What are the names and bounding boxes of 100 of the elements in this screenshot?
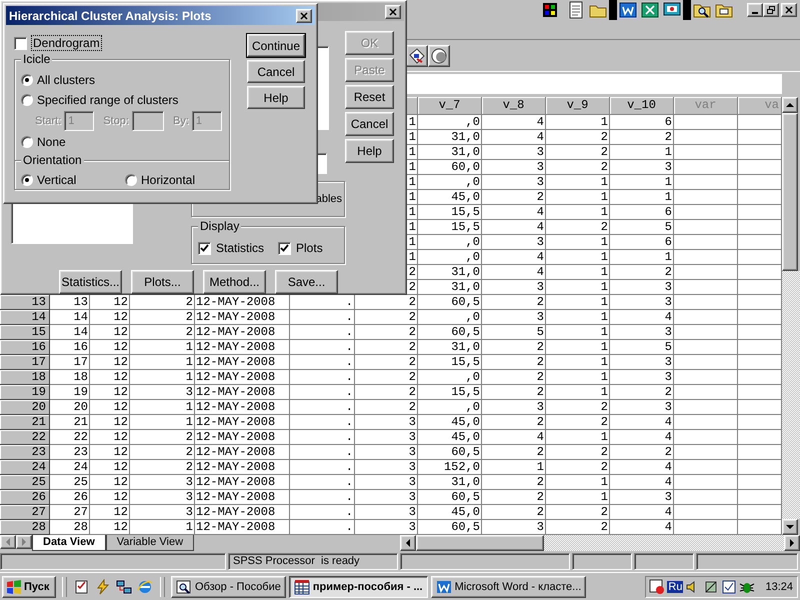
table-cell: 2 xyxy=(355,355,418,370)
table-cell: 2 xyxy=(355,385,418,400)
window-title: Hierarchical Cluster Analysis: Plots xyxy=(9,8,212,22)
table-cell: 3 xyxy=(355,460,418,475)
table-cell: 45,0 xyxy=(418,505,482,520)
table-cell: 4 xyxy=(482,130,546,145)
table-cell: 1 xyxy=(610,145,674,160)
table-cell: 12-MAY-2008 xyxy=(195,460,290,475)
table-cell: 5 xyxy=(610,220,674,235)
table-cell: . xyxy=(290,355,355,370)
table-cell: 20 xyxy=(50,400,90,415)
table-cell: 31,0 xyxy=(418,265,482,280)
table-cell: 2 xyxy=(546,505,610,520)
table-cell: 22 xyxy=(50,430,90,445)
table-cell: 4 xyxy=(610,430,674,445)
table-cell: 3 xyxy=(355,430,418,445)
table-cell: 24 xyxy=(50,460,90,475)
table-cell: 31,0 xyxy=(418,280,482,295)
table-cell: 2 xyxy=(482,415,546,430)
table-cell: 16 xyxy=(50,340,90,355)
table-cell: 12 xyxy=(90,475,130,490)
table-cell: . xyxy=(290,460,355,475)
table-cell: 2 xyxy=(546,460,610,475)
table-cell: 1 xyxy=(546,310,610,325)
table-cell: 2 xyxy=(610,265,674,280)
table-cell: 1 xyxy=(130,355,195,370)
table-cell: 3 xyxy=(610,490,674,505)
table-cell: 2 xyxy=(546,160,610,175)
table-cell: 1 xyxy=(546,235,610,250)
table-cell: 60,5 xyxy=(418,295,482,310)
table-cell: . xyxy=(290,370,355,385)
table-cell: 4 xyxy=(610,310,674,325)
table-cell: 1 xyxy=(546,265,610,280)
table-cell: 6 xyxy=(610,115,674,130)
table-cell: ,0 xyxy=(418,310,482,325)
table-cell: ,0 xyxy=(418,370,482,385)
table-cell: 4 xyxy=(482,115,546,130)
table-cell: 12-MAY-2008 xyxy=(195,325,290,340)
table-cell: 3 xyxy=(130,490,195,505)
table-cell: 12-MAY-2008 xyxy=(195,355,290,370)
table-cell: . xyxy=(290,415,355,430)
table-cell: 4 xyxy=(610,505,674,520)
table-cell: 2 xyxy=(355,325,418,340)
table-cell: 3 xyxy=(482,400,546,415)
field-label: By: xyxy=(172,115,189,127)
table-cell: 6 xyxy=(610,235,674,250)
table-cell: . xyxy=(290,520,355,535)
table-cell: 12 xyxy=(90,415,130,430)
table-cell: 2 xyxy=(482,490,546,505)
table-cell: 14 xyxy=(50,310,90,325)
table-cell: 2 xyxy=(546,400,610,415)
table-cell: ,0 xyxy=(418,175,482,190)
table-cell: 19 xyxy=(50,385,90,400)
table-cell: 2 xyxy=(546,220,610,235)
table-cell: 60,5 xyxy=(418,325,482,340)
table-cell: 4 xyxy=(482,430,546,445)
table-cell: 3 xyxy=(355,475,418,490)
table-cell: 3 xyxy=(610,160,674,175)
table-cell: 1 xyxy=(482,460,546,475)
table-cell: . xyxy=(290,385,355,400)
table-cell: 2 xyxy=(482,445,546,460)
table-cell: 12-MAY-2008 xyxy=(195,490,290,505)
table-cell: 3 xyxy=(610,325,674,340)
table-cell: 1 xyxy=(546,295,610,310)
table-cell: . xyxy=(290,475,355,490)
table-cell: 18 xyxy=(50,370,90,385)
table-cell: 45,0 xyxy=(418,190,482,205)
table-cell: 3 xyxy=(130,505,195,520)
table-cell: 3 xyxy=(482,175,546,190)
table-cell: . xyxy=(290,445,355,460)
table-cell: . xyxy=(290,400,355,415)
table-cell: 2 xyxy=(482,190,546,205)
table-cell: 45,0 xyxy=(418,415,482,430)
table-cell: 12 xyxy=(90,385,130,400)
table-cell: 1 xyxy=(546,475,610,490)
table-cell: 3 xyxy=(355,415,418,430)
table-cell: 4 xyxy=(610,475,674,490)
table-cell: 12 xyxy=(90,430,130,445)
table-cell: 31,0 xyxy=(418,475,482,490)
table-cell: ,0 xyxy=(418,400,482,415)
table-cell: 2 xyxy=(355,310,418,325)
table-cell: . xyxy=(290,310,355,325)
table-cell: 2 xyxy=(130,445,195,460)
table-cell: 60,5 xyxy=(418,490,482,505)
table-cell: 3 xyxy=(482,145,546,160)
table-cell: 3 xyxy=(610,280,674,295)
table-cell: 25 xyxy=(50,475,90,490)
table-cell: 1 xyxy=(130,340,195,355)
table-cell: 12 xyxy=(90,310,130,325)
table-cell: . xyxy=(290,340,355,355)
status-message: SPSS Processor is ready xyxy=(228,553,398,570)
table-cell: 3 xyxy=(355,490,418,505)
table-cell: 2 xyxy=(482,295,546,310)
table-cell: 152,0 xyxy=(418,460,482,475)
table-cell: 17 xyxy=(50,355,90,370)
table-cell: 31,0 xyxy=(418,340,482,355)
table-cell: 31,0 xyxy=(418,145,482,160)
table-cell: 3 xyxy=(482,160,546,175)
table-cell: 45,0 xyxy=(418,430,482,445)
table-cell: 2 xyxy=(355,400,418,415)
